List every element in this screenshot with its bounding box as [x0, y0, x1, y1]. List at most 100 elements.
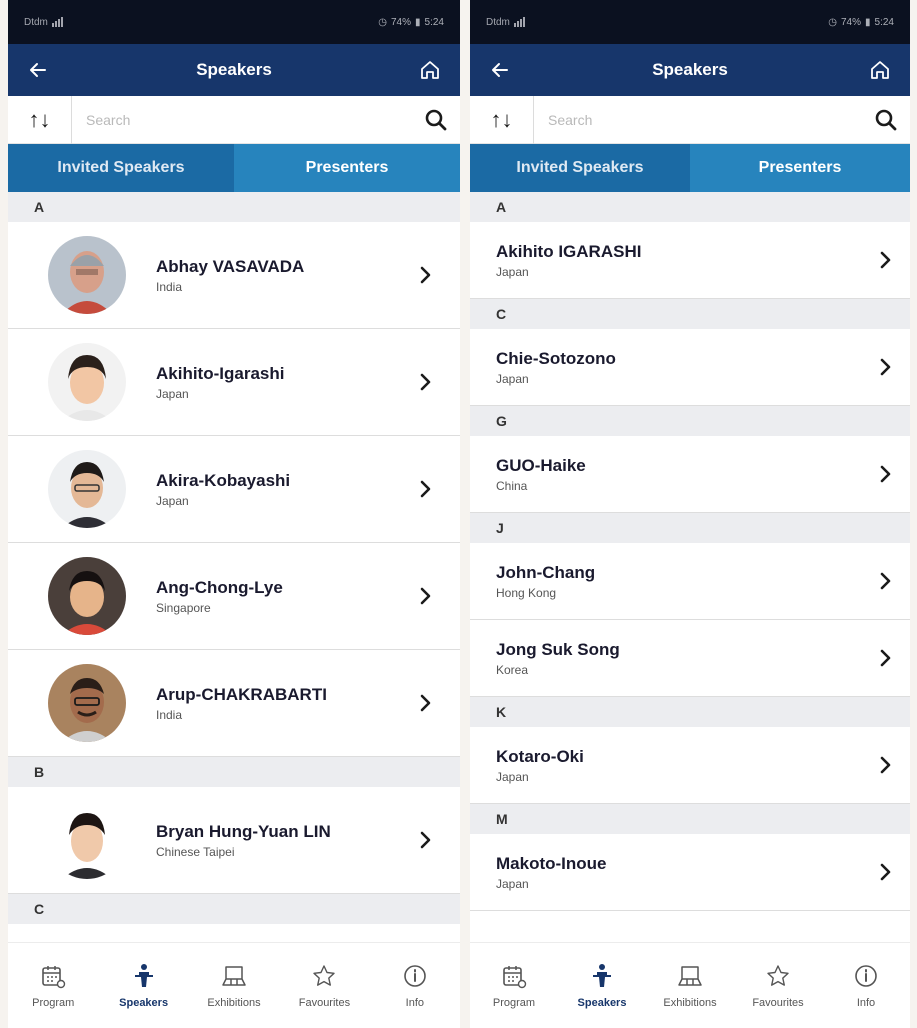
chevron-right-icon [406, 587, 446, 605]
back-arrow-icon [492, 63, 508, 77]
section-header-a: A [470, 192, 910, 222]
list-item[interactable]: Akihito IGARASHI Japan [470, 222, 910, 299]
speaker-name: John-Chang [496, 562, 596, 582]
nav-exhibitions[interactable]: Exhibitions [646, 943, 734, 1028]
nav-favourites[interactable]: Favourites [279, 943, 369, 1028]
speaker-info: Arup-CHAKRABARTI India [156, 685, 406, 722]
bottom-nav: Program Speakers Exhibitions Favourites … [470, 942, 910, 1028]
tab-presenters[interactable]: Presenters [690, 144, 910, 192]
list-item[interactable]: John-Chang Hong Kong [470, 543, 910, 620]
speaker-info: Akihito IGARASHI Japan [496, 242, 866, 279]
search-button[interactable] [862, 96, 910, 144]
calendar-icon [40, 963, 66, 989]
avatar-portrait [48, 236, 126, 314]
app-header: Speakers [8, 44, 460, 96]
list-item[interactable]: Kotaro-Oki Japan [470, 727, 910, 804]
speaker-name: Arup-CHAKRABARTI [156, 684, 327, 704]
speaker-info: Chie-Sotozono Japan [496, 349, 866, 386]
battery-icon: ▮ [415, 16, 421, 28]
alarm-icon: ◷ [378, 16, 387, 28]
back-arrow-icon [30, 63, 46, 77]
nav-program[interactable]: Program [470, 943, 558, 1028]
search-bar: ↑↓ [8, 95, 460, 144]
list-item[interactable]: Arup-CHAKRABARTI India [8, 650, 460, 757]
search-input[interactable] [72, 111, 412, 128]
section-header-c: C [8, 894, 460, 924]
chevron-right-icon [406, 831, 446, 849]
list-item[interactable]: Ang-Chong-Lye Singapore [8, 543, 460, 650]
signal-icon [513, 17, 525, 27]
back-button[interactable] [486, 56, 514, 84]
speaker-country: Singapore [156, 600, 211, 615]
nav-exhibitions[interactable]: Exhibitions [189, 943, 279, 1028]
speaker-podium-icon [131, 963, 157, 989]
list-item[interactable]: Akihito-Igarashi Japan [8, 329, 460, 436]
tab-invited-speakers[interactable]: Invited Speakers [470, 144, 690, 192]
nav-label: Favourites [752, 996, 804, 1009]
speaker-name: Chie-Sotozono [496, 348, 616, 368]
list-item[interactable]: Abhay VASAVADA India [8, 222, 460, 329]
home-button[interactable] [416, 56, 444, 84]
speaker-name: Kotaro-Oki [496, 746, 584, 766]
section-header-b: B [8, 757, 460, 787]
section-header-k: K [470, 697, 910, 727]
list-item[interactable]: Chie-Sotozono Japan [470, 329, 910, 406]
home-button[interactable] [866, 56, 894, 84]
chevron-right-icon [866, 251, 906, 269]
nav-label: Info [405, 996, 424, 1009]
list-item[interactable]: Akira-Kobayashi Japan [8, 436, 460, 543]
status-bar: Dtdm ◷ 74% ▮ 5:24 [470, 0, 910, 44]
status-left: Dtdm [24, 17, 63, 28]
speaker-name: Akira-Kobayashi [156, 470, 291, 490]
speaker-name: Jong Suk Song [496, 639, 620, 659]
speaker-info: John-Chang Hong Kong [496, 563, 866, 600]
search-button[interactable] [412, 96, 460, 144]
nav-label: Exhibitions [207, 996, 261, 1009]
avatar [48, 664, 126, 742]
star-icon [765, 963, 791, 989]
page-title: Speakers [196, 60, 272, 79]
status-left: Dtdm [486, 17, 525, 28]
list-item[interactable]: GUO-Haike China [470, 436, 910, 513]
sort-button[interactable]: ↑↓ [470, 95, 534, 144]
search-input[interactable] [534, 111, 862, 128]
speaker-info: GUO-Haike China [496, 456, 866, 493]
speaker-name: GUO-Haike [496, 455, 586, 475]
list-item[interactable]: Jong Suk Song Korea [470, 620, 910, 697]
tab-presenters[interactable]: Presenters [234, 144, 460, 192]
speaker-info: Kotaro-Oki Japan [496, 747, 866, 784]
nav-info[interactable]: Info [822, 943, 910, 1028]
avatar [48, 343, 126, 421]
nav-label: Favourites [298, 996, 351, 1009]
nav-label: Program [32, 996, 75, 1009]
section-header-c: C [470, 299, 910, 329]
speaker-country: India [156, 707, 183, 722]
phone-screen-right: Dtdm ◷ 74% ▮ 5:24 Speakers ↑↓ Search Inv… [470, 0, 910, 1028]
speaker-name: Bryan Hung-Yuan LIN [156, 821, 331, 841]
info-icon [402, 963, 428, 989]
speaker-country: Japan [156, 493, 189, 508]
home-icon [421, 61, 439, 79]
nav-speakers[interactable]: Speakers [558, 943, 646, 1028]
nav-label: Info [856, 996, 876, 1009]
nav-program[interactable]: Program [8, 943, 98, 1028]
speaker-country: Japan [496, 769, 529, 784]
sort-button[interactable]: ↑↓ [8, 95, 72, 144]
status-right: ◷ 74% ▮ 5:24 [828, 17, 894, 28]
speaker-info: Ang-Chong-Lye Singapore [156, 578, 406, 615]
tab-invited-speakers[interactable]: Invited Speakers [8, 144, 234, 192]
section-header-m: M [470, 804, 910, 834]
speaker-name: Ang-Chong-Lye [156, 577, 283, 597]
nav-speakers[interactable]: Speakers [98, 943, 188, 1028]
speaker-info: Makoto-Inoue Japan [496, 854, 866, 891]
list-item[interactable]: Bryan Hung-Yuan LIN Chinese Taipei [8, 787, 460, 894]
list-item[interactable]: Makoto-Inoue Japan [470, 834, 910, 911]
nav-label: Speakers [577, 996, 627, 1009]
battery-percent: 74% [841, 16, 862, 28]
nav-favourites[interactable]: Favourites [734, 943, 822, 1028]
nav-label: Speakers [119, 996, 169, 1009]
nav-info[interactable]: Info [370, 943, 460, 1028]
avatar-portrait [48, 557, 126, 635]
back-button[interactable] [24, 56, 52, 84]
avatar [48, 801, 126, 879]
